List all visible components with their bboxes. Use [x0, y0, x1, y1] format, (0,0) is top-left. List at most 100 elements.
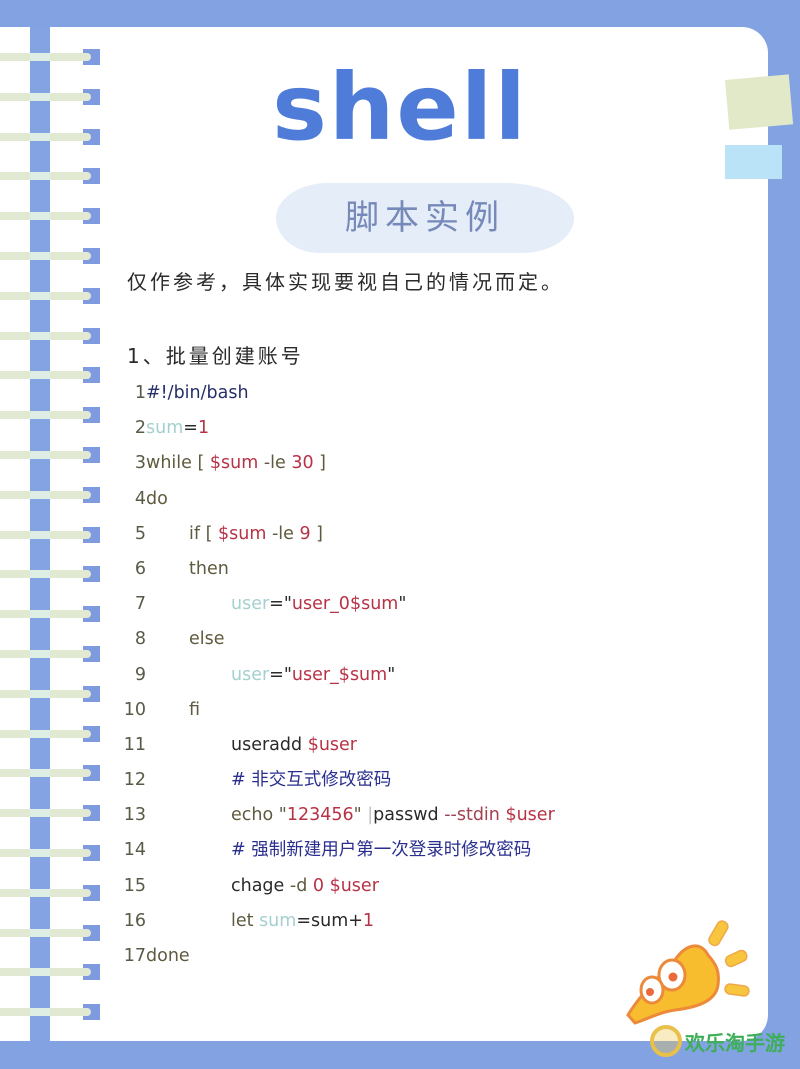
code-token-red: 9 — [299, 523, 311, 544]
spiral-ring — [0, 168, 100, 185]
code-text: # 强制新建用户第一次登录时修改密码 — [146, 835, 531, 865]
code-token-plain: =" — [269, 664, 292, 685]
code-token-plain: =" — [269, 594, 292, 615]
code-token-kw: -le — [258, 453, 292, 474]
code-token-kw: then — [189, 558, 229, 579]
subtitle-badge: 脚本实例 — [276, 183, 574, 253]
code-text: sum=1 — [146, 413, 209, 443]
line-number: 1 — [134, 383, 146, 403]
line-number: 3 — [134, 453, 146, 474]
frame-top — [0, 0, 800, 27]
spiral-ring — [0, 964, 100, 981]
line-number: 2 — [134, 418, 146, 439]
code-token-kw: ] — [313, 453, 326, 474]
spiral-ring — [0, 208, 100, 225]
line-number: 17 — [123, 946, 146, 966]
intro-text: 仅作参考，具体实现要视自己的情况而定。 — [127, 270, 564, 294]
code-token-red: 1 — [362, 910, 375, 931]
code-token-kw: -d — [289, 875, 313, 896]
line-number: 8 — [134, 629, 146, 650]
code-line: 4 do — [116, 484, 676, 519]
spiral-ring — [0, 248, 100, 264]
code-token-plain: = — [183, 418, 198, 439]
code-token-plain: passwd — [373, 805, 445, 826]
code-token-kw: -le — [266, 523, 300, 544]
code-token-var: sum — [259, 910, 297, 931]
code-text: if [ $sum -le 9 ] — [146, 519, 323, 549]
spiral-ring — [0, 407, 100, 424]
watermark: 欢乐淘手游 — [650, 1022, 785, 1060]
line-number: 15 — [123, 875, 146, 896]
code-line: 13 echo "123456" |passwd --stdin $user — [116, 800, 676, 835]
line-number: 7 — [134, 594, 146, 615]
code-block: 1 #!/bin/bash 2 sum=1 3 while [ $sum -le 30 ]… — [116, 378, 676, 976]
code-text: user="user_0$sum" — [146, 589, 406, 619]
code-token-comment: # 强制新建用户第一次登录时修改密码 — [231, 840, 532, 861]
code-text: chage -d 0 $user — [146, 871, 379, 901]
code-token-kw: ] — [310, 523, 323, 544]
spiral-ring — [0, 805, 100, 822]
code-token-red: $user — [329, 875, 379, 896]
code-text: else — [146, 624, 225, 654]
code-line: 11 useradd $user — [116, 730, 676, 765]
code-token-red: 123456 — [286, 805, 354, 826]
code-text: let sum=sum+1 — [146, 906, 374, 936]
code-token-kw: let — [231, 910, 260, 931]
spiral-ring — [0, 606, 100, 623]
code-token-red: $user — [307, 734, 357, 755]
code-line: 3 while [ $sum -le 30 ] — [116, 448, 676, 483]
code-token-red: $sum — [217, 523, 267, 544]
code-line: 2 sum=1 — [116, 413, 676, 448]
code-token-kw: " — [278, 805, 287, 826]
code-line: 14 # 强制新建用户第一次登录时修改密码 — [116, 835, 676, 870]
code-token-red: user_$sum — [291, 664, 388, 685]
code-text: fi — [146, 695, 200, 725]
code-text: # 非交互式修改密码 — [146, 765, 391, 795]
code-token-plain: =sum+ — [296, 910, 363, 931]
line-number: 4 — [134, 488, 146, 509]
page-title: shell — [272, 54, 528, 161]
code-text: useradd $user — [146, 730, 357, 760]
spiral-ring — [0, 765, 100, 782]
subtitle-text: 脚本实例 — [345, 198, 505, 238]
code-token-var: user — [231, 664, 270, 685]
line-number: 13 — [123, 805, 146, 826]
watermark-text: 欢乐淘手游 — [685, 1030, 785, 1055]
code-line: 7 user="user_0$sum" — [116, 589, 676, 624]
code-text: echo "123456" |passwd --stdin $user — [146, 800, 555, 830]
spiral-ring — [0, 1004, 100, 1021]
spiral-ring — [0, 526, 100, 543]
line-number: 5 — [134, 523, 146, 544]
code-token-plain: " — [398, 594, 407, 615]
line-number: 9 — [134, 664, 146, 685]
code-token-red: user_0$sum — [291, 594, 399, 615]
spiral-ring — [0, 447, 100, 463]
code-line: 12 # 非交互式修改密码 — [116, 765, 676, 800]
spiral-ring — [0, 845, 100, 861]
code-token-var: sum — [146, 418, 184, 439]
spiral-ring — [0, 566, 100, 583]
code-line: 5 if [ $sum -le 9 ] — [116, 519, 676, 554]
spiral-ring — [0, 646, 100, 662]
code-text: do — [146, 484, 168, 514]
code-token-opt: --stdin — [444, 805, 506, 826]
code-token-red: 30 — [291, 453, 314, 474]
code-token-red: 0 — [312, 875, 330, 896]
code-token-plain: useradd — [231, 734, 308, 755]
code-line: 17 done — [116, 941, 676, 976]
section-heading: 1、批量创建账号 — [127, 344, 304, 368]
spiral-ring — [0, 725, 100, 742]
code-token-red: $sum — [209, 453, 259, 474]
code-line: 6 then — [116, 554, 676, 589]
code-token-kw: while [ — [146, 453, 210, 474]
code-text: user="user_$sum" — [146, 660, 395, 690]
code-token-kw: do — [146, 488, 168, 509]
code-line: 9 user="user_$sum" — [116, 660, 676, 695]
line-number: 16 — [123, 910, 146, 931]
code-token-kw: else — [189, 629, 225, 650]
line-number: 12 — [123, 770, 146, 791]
code-line: 8 else — [116, 624, 676, 659]
spiral-ring — [0, 327, 100, 344]
code-token-plain: chage — [231, 875, 290, 896]
code-token-shebang: #!/bin/bash — [146, 383, 249, 403]
